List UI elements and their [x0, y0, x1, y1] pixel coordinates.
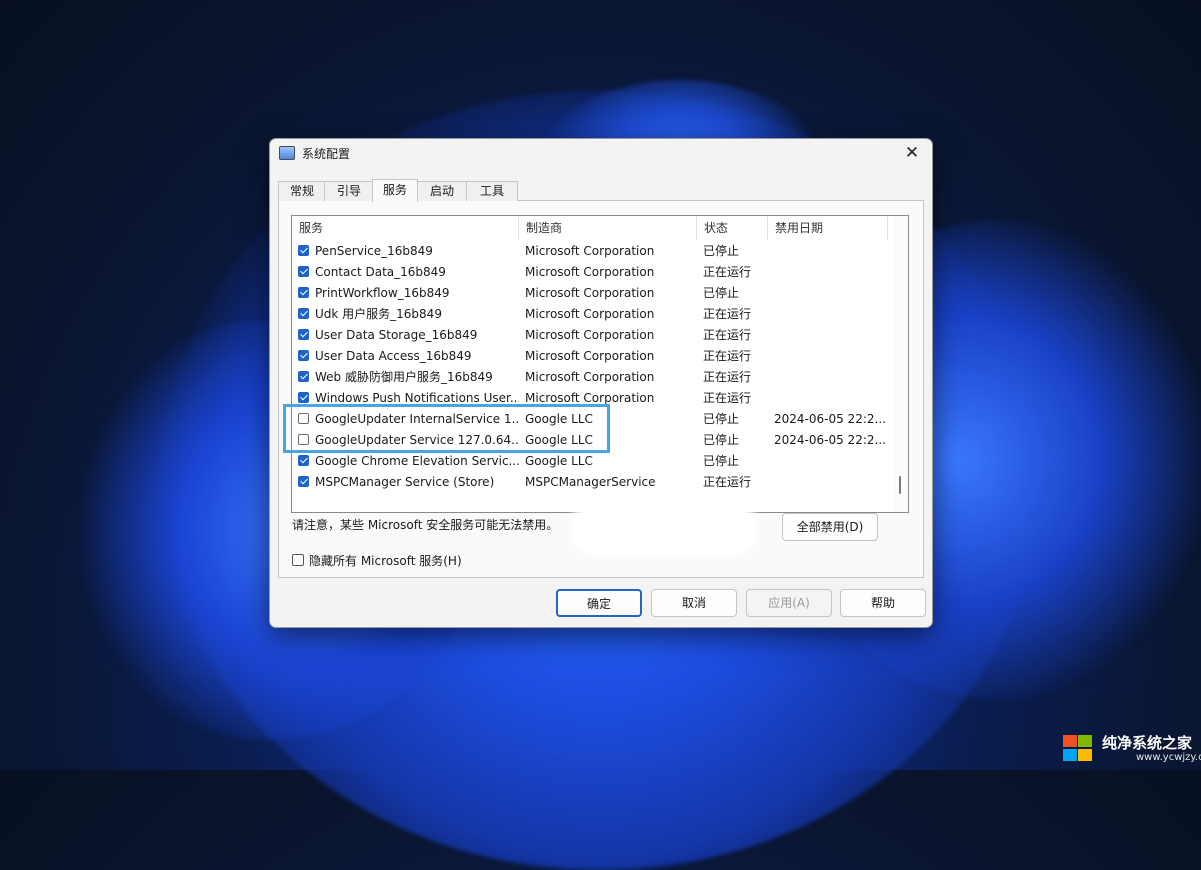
cancel-button[interactable]: 取消	[651, 589, 737, 617]
service-name: MSPCManager Service (Store)	[315, 475, 495, 489]
service-status: 正在运行	[703, 370, 752, 384]
service-status: 已停止	[703, 454, 740, 468]
service-row[interactable]: PrintWorkflow_16b849 Microsoft Corporatio…	[292, 283, 892, 304]
service-manufacturer: Microsoft Corporation	[525, 244, 655, 258]
service-checkbox[interactable]	[298, 371, 309, 382]
windows-logo-icon	[1062, 734, 1094, 762]
service-status: 已停止	[703, 433, 740, 447]
watermark-url: www.ycwjzy.com	[1136, 752, 1201, 763]
service-row[interactable]: Udk 用户服务_16b849 Microsoft Corporation 正在运行	[292, 304, 892, 325]
service-status: 正在运行	[703, 328, 752, 342]
service-manufacturer: MSPCManagerService	[525, 475, 656, 489]
column-header-manufacturer[interactable]: 制造商	[519, 216, 697, 240]
service-disabled-date	[774, 346, 892, 367]
service-name: User Data Storage_16b849	[315, 328, 478, 342]
service-name: Web 威胁防御用户服务_16b849	[315, 370, 493, 384]
tab-general[interactable]: 常规	[278, 181, 326, 201]
service-status: 正在运行	[703, 475, 752, 489]
service-status: 正在运行	[703, 391, 752, 405]
tab-services[interactable]: 服务	[372, 179, 418, 202]
vertical-scrollbar[interactable]	[893, 216, 908, 512]
service-checkbox[interactable]	[298, 455, 309, 466]
ok-button[interactable]: 确定	[556, 589, 642, 617]
service-checkbox[interactable]	[298, 329, 309, 340]
service-name: Udk 用户服务_16b849	[315, 307, 442, 321]
service-status: 已停止	[703, 412, 740, 426]
title-bar: 系统配置 ✕	[270, 139, 932, 167]
scrollbar-thumb[interactable]	[899, 476, 901, 494]
service-row[interactable]: PenService_16b849 Microsoft Corporation 已停…	[292, 241, 892, 262]
service-disabled-date	[774, 451, 892, 472]
service-checkbox[interactable]	[298, 287, 309, 298]
tab-boot[interactable]: 引导	[324, 181, 374, 201]
highlight-box	[283, 404, 610, 453]
service-manufacturer: Microsoft Corporation	[525, 265, 655, 279]
service-name: PenService_16b849	[315, 244, 433, 258]
service-row[interactable]: Contact Data_16b849 Microsoft Corporation…	[292, 262, 892, 283]
service-manufacturer: Microsoft Corporation	[525, 286, 655, 300]
service-checkbox[interactable]	[298, 476, 309, 487]
service-row[interactable]: User Data Storage_16b849 Microsoft Corpor…	[292, 325, 892, 346]
services-list[interactable]: 服务 制造商 状态 禁用日期 PenService_16b849 Microsof…	[291, 215, 909, 513]
service-checkbox[interactable]	[298, 245, 309, 256]
service-disabled-date	[774, 304, 892, 325]
service-status: 正在运行	[703, 307, 752, 321]
tab-startup[interactable]: 启动	[416, 181, 468, 201]
service-row[interactable]: User Data Access_16b849 Microsoft Corpora…	[292, 346, 892, 367]
service-manufacturer: Microsoft Corporation	[525, 328, 655, 342]
column-header-service[interactable]: 服务	[292, 216, 519, 240]
msconfig-icon	[279, 146, 295, 160]
service-row[interactable]: MSPCManager Service (Store) MSPCManagerSe…	[292, 472, 892, 493]
apply-button[interactable]: 应用(A)	[746, 589, 832, 617]
system-config-dialog: 系统配置 ✕ 常规 引导 服务 启动 工具 服务 制造商 状态 禁用日期 Pen…	[269, 138, 933, 628]
watermark-title: 纯净系统之家	[1102, 734, 1193, 752]
hide-ms-checkbox[interactable]	[292, 554, 304, 566]
service-checkbox[interactable]	[298, 266, 309, 277]
service-disabled-date	[774, 241, 892, 262]
security-note: 请注意，某些 Microsoft 安全服务可能无法禁用。	[292, 518, 559, 532]
service-manufacturer: Google LLC	[525, 454, 593, 468]
service-disabled-date	[774, 472, 892, 493]
close-button[interactable]: ✕	[898, 141, 926, 165]
service-checkbox[interactable]	[298, 392, 309, 403]
service-disabled-date: 2024-06-05 22:2...	[774, 433, 886, 447]
service-disabled-date	[774, 325, 892, 346]
service-row[interactable]: Web 威胁防御用户服务_16b849 Microsoft Corporation…	[292, 367, 892, 388]
service-name: PrintWorkflow_16b849	[315, 286, 450, 300]
service-name: Google Chrome Elevation Servic...	[315, 454, 519, 468]
service-status: 已停止	[703, 244, 740, 258]
service-disabled-date	[774, 388, 892, 409]
service-disabled-date: 2024-06-05 22:2...	[774, 412, 886, 426]
service-name: User Data Access_16b849	[315, 349, 472, 363]
service-checkbox[interactable]	[298, 308, 309, 319]
hide-ms-label: 隐藏所有 Microsoft 服务(H)	[309, 554, 462, 568]
redaction-blur	[570, 501, 758, 557]
tab-tools[interactable]: 工具	[466, 181, 518, 201]
service-checkbox[interactable]	[298, 350, 309, 361]
service-manufacturer: Microsoft Corporation	[525, 349, 655, 363]
service-status: 正在运行	[703, 349, 752, 363]
service-disabled-date	[774, 367, 892, 388]
window-title: 系统配置	[302, 147, 351, 161]
help-button[interactable]: 帮助	[840, 589, 926, 617]
column-header-disabled-date[interactable]: 禁用日期	[768, 216, 888, 240]
service-disabled-date	[774, 283, 892, 304]
disable-all-button[interactable]: 全部禁用(D)	[782, 513, 878, 541]
service-name: Contact Data_16b849	[315, 265, 446, 279]
service-row[interactable]: Google Chrome Elevation Servic... Google …	[292, 451, 892, 472]
service-manufacturer: Microsoft Corporation	[525, 370, 655, 384]
service-status: 已停止	[703, 286, 740, 300]
column-header-status[interactable]: 状态	[697, 216, 768, 240]
service-status: 正在运行	[703, 265, 752, 279]
service-manufacturer: Microsoft Corporation	[525, 307, 655, 321]
service-disabled-date	[774, 262, 892, 283]
